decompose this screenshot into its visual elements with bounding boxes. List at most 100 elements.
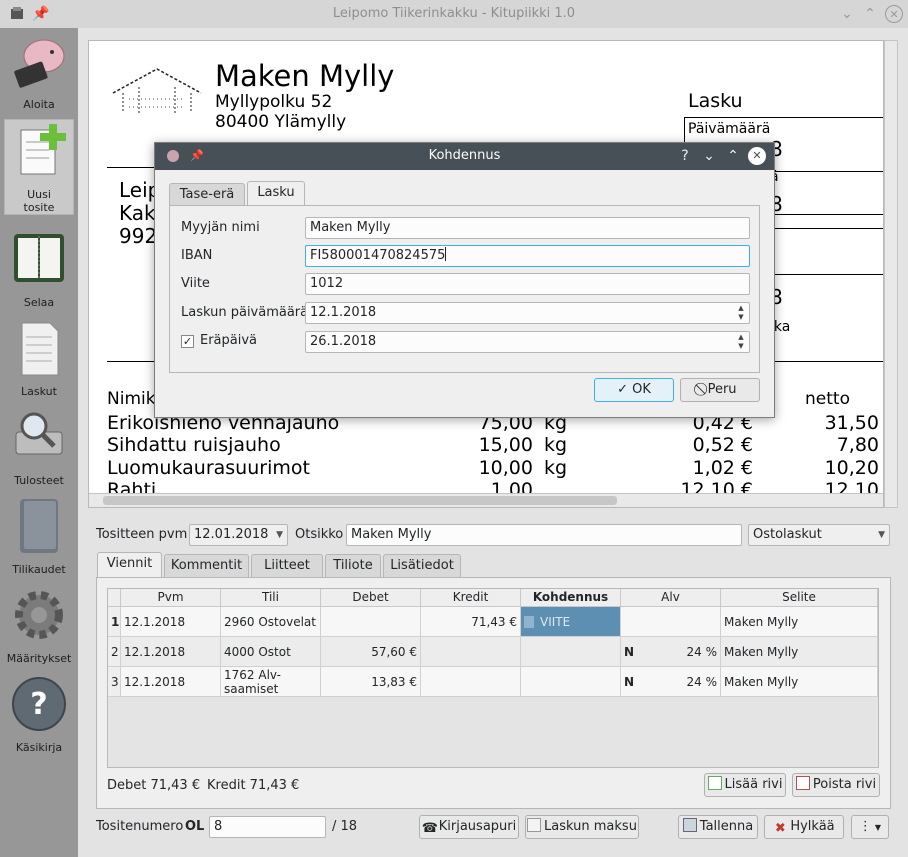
row-net: 10,20 [824, 457, 879, 479]
col-header-kohdennus[interactable]: Kohdennus [521, 589, 621, 607]
maximize-button[interactable]: ⌃ [861, 5, 879, 23]
cell-selite[interactable]: Maken Mylly [721, 607, 878, 637]
sidebar-item-tilikaudet[interactable]: Tilikaudet [4, 495, 74, 583]
sidebar-label: Määritykset [6, 652, 72, 665]
date-value: 12.01.2018 [194, 527, 269, 542]
kohdennus-dialog: 📌 Kohdennus ? ⌄ ⌃ ✕ Tase-erä Lasku Myyjä… [154, 142, 775, 418]
alv-rate: 24 % [686, 674, 718, 689]
cell-kohdennus[interactable] [521, 667, 621, 697]
iban-value: FI580001470824575 [310, 248, 446, 263]
cell-selite[interactable]: Maken Mylly [721, 667, 878, 697]
tab-lasku[interactable]: Lasku [247, 181, 305, 206]
scrollbar-thumb[interactable] [103, 496, 617, 505]
minimize-button[interactable]: ⌄ [838, 5, 856, 23]
more-menu-button[interactable]: ⋮ ▼ [851, 815, 889, 839]
reference-input[interactable]: 1012 [305, 273, 750, 295]
col-header-net: netto [805, 389, 850, 409]
cell-kredit[interactable]: 71,43 € [421, 607, 521, 637]
sidebar-item-tulosteet[interactable]: Tulosteet [4, 406, 74, 494]
remove-row-button[interactable]: Poista rivi [792, 773, 880, 797]
cell-tili[interactable]: 2960 Ostovelat [221, 607, 321, 637]
due-date-input[interactable]: 26.1.2018 ▲ ▼ [305, 331, 750, 353]
cell-kohdennus[interactable]: VIITE [521, 607, 621, 637]
tab-lisatiedot[interactable]: Lisätiedot [383, 554, 461, 578]
row-qty: 10,00 [478, 457, 533, 479]
vertical-scrollbar[interactable] [884, 40, 898, 508]
sidebar-item-uusi-tosite[interactable]: Uusi tosite [4, 119, 74, 215]
add-row-button[interactable]: Lisää rivi [704, 773, 786, 797]
sidebar-item-selaa[interactable]: Selaa [4, 228, 74, 316]
reject-button[interactable]: ✖ Hylkää [764, 815, 844, 839]
close-button[interactable]: ✕ [885, 5, 903, 23]
cell-tili[interactable]: 4000 Ostot [221, 637, 321, 667]
close-button[interactable]: ✕ [748, 147, 766, 165]
cell-pvm[interactable]: 12.1.2018 [121, 607, 221, 637]
col-header-pvm[interactable]: Pvm [121, 589, 221, 607]
laskun-maksu-button[interactable]: Laskun maksu [525, 815, 639, 839]
save-icon [682, 818, 697, 832]
checkmark-icon: ✓ [617, 382, 628, 397]
add-row-label: Lisää rivi [724, 777, 783, 792]
cell-tili[interactable]: 1762 Alv- saamiset [221, 667, 321, 697]
sidebar-item-maaritykset[interactable]: Määritykset [4, 584, 74, 672]
sidebar-item-laskut[interactable]: Laskut [4, 317, 74, 405]
sidebar-item-kasikirja[interactable]: ? Käsikirja [4, 673, 74, 761]
maximize-button[interactable]: ⌃ [723, 146, 743, 166]
tab-liitteet[interactable]: Liitteet [251, 554, 323, 578]
cell-pvm[interactable]: 12.1.2018 [121, 637, 221, 667]
cell-debet[interactable]: 13,83 € [321, 667, 421, 697]
due-date-value: 26.1.2018 [310, 334, 377, 349]
cell-kohdennus[interactable] [521, 637, 621, 667]
iban-input[interactable]: FI580001470824575 [305, 245, 750, 267]
cell-kredit[interactable] [421, 667, 521, 697]
row-number: 2 [108, 637, 121, 667]
help-button[interactable]: ? [675, 146, 695, 166]
window-title: Leipomo Tiikerinkakku - Kitupiikki 1.0 [332, 6, 576, 21]
cancel-label: Peru [707, 382, 737, 397]
reference-label: Viite [181, 276, 210, 291]
col-header-tili[interactable]: Tili [221, 589, 321, 607]
due-date-label: Eräpäivä [200, 333, 258, 348]
row-unit: kg [544, 434, 568, 456]
row-number: 3 [108, 667, 121, 697]
tab-tiliote[interactable]: Tiliote [325, 554, 381, 578]
cell-alv[interactable] [621, 607, 721, 637]
col-header-alv[interactable]: Alv [621, 589, 721, 607]
due-date-checkbox[interactable]: ✓ [181, 335, 194, 348]
row-net: 7,80 [836, 434, 879, 456]
tab-viennit[interactable]: Viennit [97, 552, 162, 577]
document-number-input[interactable]: 8 [209, 816, 326, 838]
book-icon [20, 499, 58, 553]
seller-street: Myllypolku 52 [215, 92, 333, 112]
ok-button[interactable]: ✓ OK [594, 378, 674, 402]
tab-kommentit[interactable]: Kommentit [164, 554, 249, 578]
invoice-date-label: Laskun päivämäärä [181, 305, 309, 320]
seller-name-input[interactable]: Maken Mylly [305, 217, 750, 239]
cancel-button[interactable]: ⃠ Peru [680, 378, 760, 402]
tab-tase-era[interactable]: Tase-erä [169, 183, 245, 207]
document-type-select[interactable]: Ostolaskut ▼ [748, 524, 890, 546]
spinner-arrows-icon[interactable]: ▲ ▼ [735, 333, 747, 351]
sidebar-item-aloita[interactable]: Aloita [4, 30, 74, 118]
red-x-icon: ✖ [774, 821, 786, 836]
text-cursor [445, 247, 447, 261]
minimize-button[interactable]: ⌄ [699, 146, 719, 166]
invoice-date-input[interactable]: 12.1.2018 ▲ ▼ [305, 302, 750, 324]
cell-kredit[interactable] [421, 637, 521, 667]
kirjausapuri-button[interactable]: ☎Kirjausapuri [419, 815, 519, 839]
cell-alv[interactable]: N 24 % [621, 637, 721, 667]
col-header-selite[interactable]: Selite [721, 589, 878, 607]
spinner-arrows-icon[interactable]: ▲ ▼ [735, 304, 747, 322]
horizontal-scrollbar[interactable] [89, 493, 883, 507]
cell-selite[interactable]: Maken Mylly [721, 637, 878, 667]
cell-debet[interactable]: 57,60 € [321, 637, 421, 667]
date-picker[interactable]: 12.01.2018 ▼ [189, 524, 288, 546]
cell-debet[interactable] [321, 607, 421, 637]
title-input[interactable]: Maken Mylly [346, 524, 742, 546]
sidebar-label: Käsikirja [15, 741, 63, 754]
cell-alv[interactable]: N 24 % [621, 667, 721, 697]
col-header-debet[interactable]: Debet [321, 589, 421, 607]
col-header-kredit[interactable]: Kredit [421, 589, 521, 607]
cell-pvm[interactable]: 12.1.2018 [121, 667, 221, 697]
save-button[interactable]: Tallenna [678, 815, 758, 839]
